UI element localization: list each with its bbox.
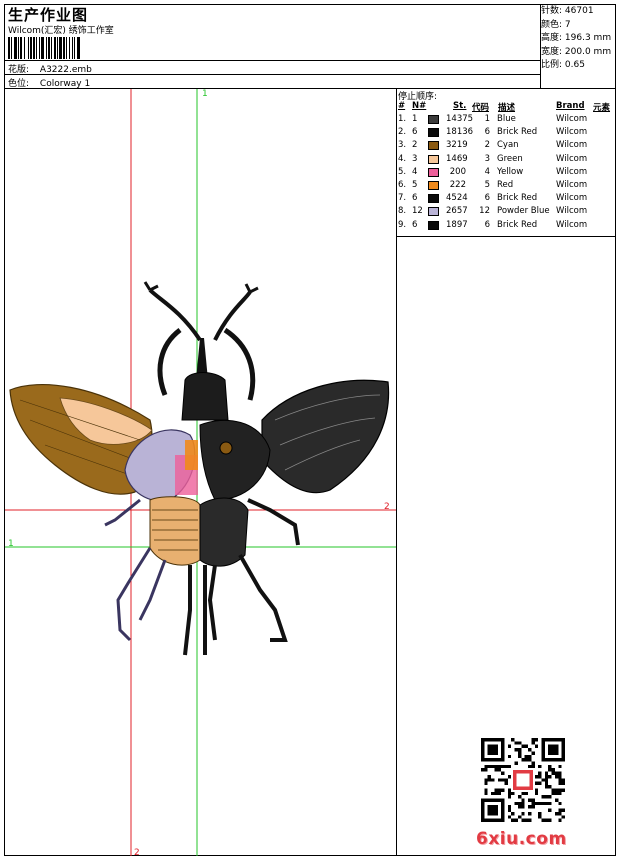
cell-num: 6. — [398, 180, 407, 190]
cell-st: 222 — [449, 180, 466, 190]
divider — [4, 60, 540, 61]
cell-code: 2 — [484, 140, 490, 151]
cell-n: 5 — [412, 180, 418, 190]
col-desc: 描述 — [498, 103, 516, 113]
cell-brand: Wilcom — [556, 153, 588, 164]
qr-code — [481, 738, 565, 822]
barcode — [8, 37, 133, 59]
cell-desc: Brick Red — [497, 127, 538, 138]
cell-st: 1469 — [446, 153, 468, 164]
cell-code: 3 — [484, 153, 490, 164]
divider — [396, 88, 397, 856]
cell-st: 200 — [449, 166, 466, 177]
cell-desc: Yellow — [497, 166, 524, 177]
color-swatch — [428, 154, 439, 164]
cell-num: 8. — [398, 206, 407, 217]
color-swatch — [428, 194, 439, 204]
color-swatch — [428, 115, 439, 124]
cell-desc: Brick Red — [497, 193, 538, 204]
cell-brand: Wilcom — [556, 114, 588, 124]
color-swatch — [428, 207, 439, 217]
cell-n: 2 — [412, 140, 418, 151]
stat-height: 高度: 196.3 mm — [541, 33, 612, 43]
cell-desc: Red — [497, 180, 514, 190]
cell-num: 2. — [398, 127, 407, 138]
divider — [396, 236, 616, 237]
cell-n: 6 — [412, 219, 418, 230]
col-code: 代码 — [472, 103, 490, 113]
cell-st: 4524 — [446, 193, 468, 204]
cell-st: 2657 — [446, 206, 468, 217]
cell-num: 5. — [398, 166, 407, 177]
stats-box: 针数: 46701 颜色: 7 高度: 196.3 mm 宽度: 200.0 m… — [541, 5, 611, 73]
col-stitches: St. — [453, 101, 467, 111]
color-swatch — [428, 141, 439, 151]
stat-stitches: 针数: 46701 — [541, 6, 594, 16]
cell-st: 3219 — [446, 140, 468, 151]
cell-num: 4. — [398, 153, 407, 164]
cell-brand: Wilcom — [556, 166, 588, 177]
cell-num: 3. — [398, 140, 407, 151]
cell-st: 1897 — [446, 219, 468, 230]
cell-n: 6 — [412, 127, 418, 138]
cell-n: 12 — [412, 206, 423, 217]
cell-code: 1 — [484, 114, 490, 124]
green-left-label: 1 — [8, 539, 14, 549]
cell-num: 7. — [398, 193, 407, 204]
cell-brand: Wilcom — [556, 127, 588, 138]
cell-n: 4 — [412, 166, 418, 177]
cell-desc: Green — [497, 153, 523, 164]
cell-n: 3 — [412, 153, 418, 164]
cell-brand: Wilcom — [556, 180, 588, 190]
cell-code: 5 — [484, 180, 490, 190]
cell-brand: Wilcom — [556, 219, 588, 230]
stat-colors: 颜色: 7 — [541, 19, 571, 30]
barcode-bar — [80, 37, 81, 59]
cell-num: 1. — [398, 114, 407, 124]
cell-brand: Wilcom — [556, 206, 588, 217]
cell-code: 6 — [484, 127, 490, 138]
page-title: 生产作业图 — [8, 6, 89, 24]
green-top-label: 1 — [202, 89, 208, 99]
cell-desc: Powder Blue — [497, 206, 550, 217]
company-name: Wilcom(汇宏) 绣饰工作室 — [8, 26, 114, 36]
cell-brand: Wilcom — [556, 193, 588, 204]
color-swatch — [428, 220, 439, 230]
cell-st: 14375 — [446, 114, 474, 124]
red-right-label: 2 — [384, 502, 390, 512]
color-swatch — [428, 128, 439, 138]
cell-desc: Blue — [497, 114, 516, 124]
beetle-illustration — [9, 281, 390, 656]
cell-code: 4 — [484, 166, 490, 177]
color-swatch — [428, 181, 439, 190]
red-bottom-label: 2 — [134, 848, 140, 856]
stat-scale: 比例: 0.65 — [541, 60, 585, 70]
cell-desc: Cyan — [497, 140, 519, 151]
cell-n: 1 — [412, 114, 418, 124]
design-preview: 1 1 2 2 — [5, 89, 396, 856]
cell-code: 12 — [479, 206, 490, 217]
divider — [4, 74, 540, 75]
cell-code: 6 — [484, 219, 490, 230]
col-brand: Brand — [556, 101, 585, 111]
watermark-text: 6xiu.com — [476, 829, 567, 849]
col-num: # — [398, 101, 406, 111]
cell-desc: Brick Red — [497, 219, 538, 230]
cell-code: 6 — [484, 193, 490, 204]
cell-num: 9. — [398, 219, 407, 230]
col-n: N# — [412, 101, 427, 111]
cell-brand: Wilcom — [556, 140, 588, 151]
cell-n: 6 — [412, 193, 418, 204]
cell-st: 18136 — [446, 127, 474, 138]
stat-width: 宽度: 200.0 mm — [541, 46, 612, 57]
col-element: 元素 — [593, 103, 611, 113]
color-swatch — [428, 167, 439, 177]
